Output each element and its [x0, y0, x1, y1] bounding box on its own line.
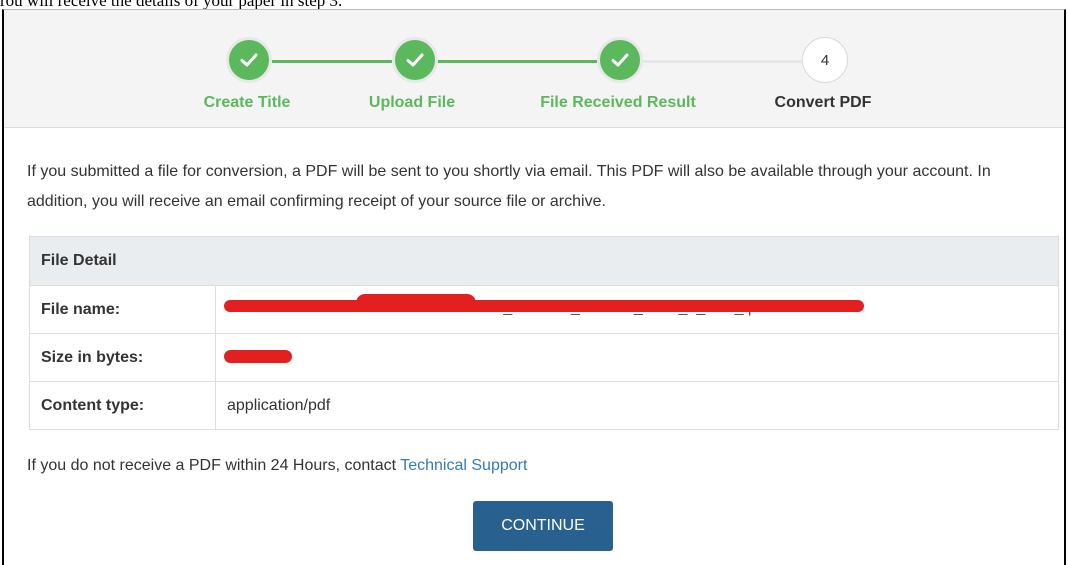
step-3-complete-indicator: [597, 37, 643, 83]
continue-button[interactable]: CONTINUE: [473, 501, 613, 551]
file-name-value-cell: Arta_Kusuma_ICOCIT_2023_0_Arta_.pdf: [215, 285, 1059, 334]
table-row: Content type: application/pdf: [29, 381, 1059, 430]
step-4-number-indicator: 4: [802, 37, 848, 83]
step-1-complete-indicator: [226, 37, 272, 83]
redaction-mark: [356, 294, 476, 312]
technical-support-link[interactable]: Technical Support: [400, 457, 527, 474]
support-note-text: If you do not receive a PDF within 24 Ho…: [27, 457, 401, 474]
redaction-mark: [224, 300, 864, 312]
size-in-bytes-key: Size in bytes:: [29, 333, 216, 382]
table-row: File name: Arta_Kusuma_ICOCIT_2023_0_Art…: [29, 285, 1059, 334]
checkmark-icon: [240, 53, 258, 67]
table-row: Size in bytes:: [29, 333, 1059, 382]
checkmark-icon: [611, 53, 629, 67]
size-in-bytes-value-cell: [215, 333, 1059, 382]
redacted-file-name: Arta_Kusuma_ICOCIT_2023_0_Arta_.pdf: [216, 286, 1058, 333]
file-detail-header: File Detail: [29, 236, 1059, 286]
checkmark-icon: [406, 53, 424, 67]
step-label-upload-file: Upload File: [368, 94, 456, 111]
redacted-size: [216, 334, 1058, 381]
step-2-complete-indicator: [392, 37, 438, 83]
content-type-value: application/pdf: [215, 381, 1059, 430]
conversion-info-text: If you submitted a file for conversion, …: [27, 163, 991, 210]
redaction-mark: [224, 350, 292, 363]
content-type-key: Content type:: [29, 381, 216, 430]
step-connector: [437, 60, 597, 63]
step-label-convert-pdf: Convert PDF: [774, 94, 872, 111]
step-label-create-title: Create Title: [203, 94, 291, 111]
progress-wizard: 4 Create Title Upload File File Received…: [4, 10, 1064, 128]
support-note: If you do not receive a PDF within 24 Ho…: [27, 457, 527, 475]
step-connector: [272, 60, 392, 63]
conversion-modal: × 4 Create Title Upload File File Receiv…: [2, 9, 1066, 565]
file-name-key: File name:: [29, 285, 216, 334]
step-label-file-received-result: File Received Result: [540, 94, 696, 111]
file-detail-table: File Detail File name: Arta_Kusuma_ICOCI…: [29, 236, 1059, 430]
step-connector: [642, 60, 802, 63]
